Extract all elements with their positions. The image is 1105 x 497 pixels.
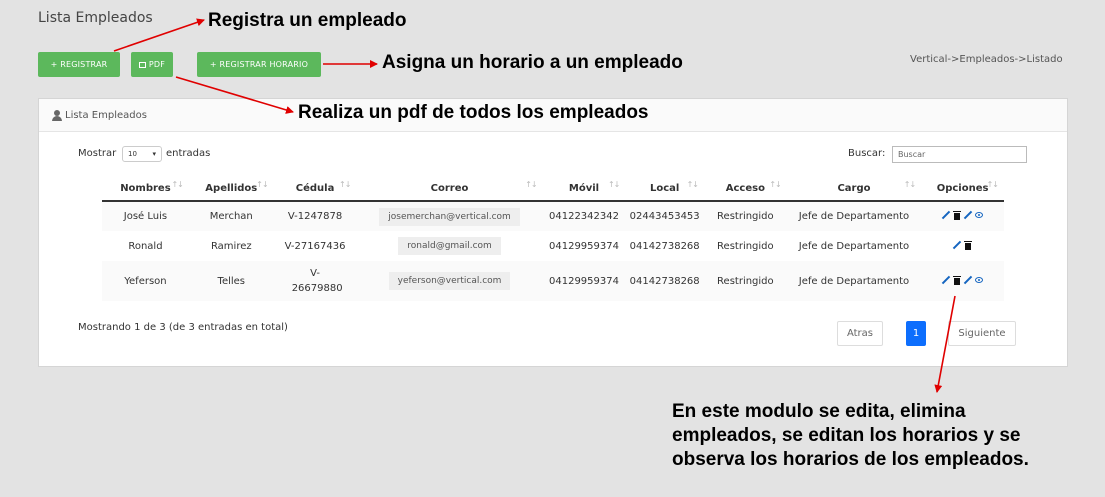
column-header[interactable]: Opciones ↑↓ xyxy=(921,177,1004,202)
chevron-updown-icon: ▾ xyxy=(152,150,156,158)
row-options xyxy=(952,240,973,250)
cell-correo: yeferson@vertical.com xyxy=(388,272,511,290)
breadcrumb: Vertical->Empleados->Listado xyxy=(910,54,1063,65)
cell-movil: 04129959374 xyxy=(549,240,619,252)
sort-icon: ↑↓ xyxy=(986,180,999,189)
table-info: Mostrando 1 de 3 (de 3 entradas en total… xyxy=(78,322,288,333)
column-header[interactable]: Nombres ↑↓ xyxy=(102,177,189,202)
sort-icon: ↑↓ xyxy=(525,180,537,189)
cell-nombres: Ronald xyxy=(128,240,163,252)
view-icon[interactable] xyxy=(974,210,984,220)
cell-nombres: José Luis xyxy=(102,201,189,231)
cell-apellidos: Ramirez xyxy=(210,240,252,252)
user-icon xyxy=(52,109,62,121)
cell-acceso: Restringido xyxy=(703,261,787,301)
column-header[interactable]: Acceso ↑↓ xyxy=(703,177,787,202)
next-page-button[interactable]: Siguiente xyxy=(948,321,1016,346)
entries-length-select[interactable]: 10 ▾ xyxy=(122,146,162,162)
annotation-options-line: En este modulo se edita, elimina xyxy=(672,401,966,422)
annotation-options-line: observa los horarios de los empleados. xyxy=(672,449,1029,470)
annotation-schedule: Asigna un horario a un empleado xyxy=(382,52,683,73)
delete-icon[interactable] xyxy=(963,240,973,250)
view-icon[interactable] xyxy=(974,275,984,285)
page-title: Lista Empleados xyxy=(38,10,153,26)
cell-local: 04142738268 xyxy=(625,261,704,301)
sort-icon: ↑↓ xyxy=(686,180,699,189)
cell-apellidos: Telles xyxy=(188,261,274,301)
pdf-button-label: PDF xyxy=(148,60,166,69)
schedule-edit-icon[interactable] xyxy=(963,275,973,285)
employees-table: Nombres ↑↓ Apellidos ↑↓ Cédula ↑↓ Correo ↑↓ … xyxy=(102,177,1004,301)
length-suffix: entradas xyxy=(166,148,211,159)
column-header[interactable]: Móvil ↑↓ xyxy=(542,177,626,202)
cell-correo: ronald@gmail.com xyxy=(398,237,501,255)
search-label: Buscar: xyxy=(848,148,886,159)
cell-cargo: Jefe de Departamento xyxy=(786,261,922,301)
cell-cargo: Jefe de Departamento xyxy=(786,201,922,231)
sort-icon: ↑↓ xyxy=(171,180,183,189)
column-header[interactable]: Apellidos ↑↓ xyxy=(188,177,274,202)
edit-icon[interactable] xyxy=(941,275,951,285)
column-header[interactable]: Cédula ↑↓ xyxy=(273,177,357,202)
register-schedule-button[interactable]: + REGISTRAR HORARIO xyxy=(197,52,321,77)
entries-length-value: 10 xyxy=(128,150,137,158)
sort-icon: ↑↓ xyxy=(256,180,268,189)
cell-local: 02443453453 xyxy=(625,201,704,231)
panel-title: Lista Empleados xyxy=(65,109,147,121)
cell-acceso: Restringido xyxy=(717,240,774,252)
row-options xyxy=(941,210,984,220)
delete-icon[interactable] xyxy=(952,210,962,220)
register-button[interactable]: + REGISTRAR xyxy=(38,52,120,77)
sort-icon: ↑↓ xyxy=(903,180,916,189)
cell-cedula: V-26679880 xyxy=(273,261,357,301)
annotation-pdf: Realiza un pdf de todos los empleados xyxy=(298,102,649,123)
pdf-button[interactable]: PDF xyxy=(131,52,173,77)
search-input[interactable] xyxy=(892,146,1027,163)
annotation-options: En este modulo se edita, elimina emplead… xyxy=(672,400,1029,472)
table-row: José Luis Merchan V-1247878 josemerchan@… xyxy=(102,201,1004,231)
table-header-row: Nombres ↑↓ Apellidos ↑↓ Cédula ↑↓ Correo ↑↓ … xyxy=(102,177,1004,202)
edit-icon[interactable] xyxy=(952,240,962,250)
annotation-options-line: empleados, se editan los horarios y se xyxy=(672,425,1021,446)
table-row: Yeferson Telles V-26679880 yeferson@vert… xyxy=(102,261,1004,301)
edit-icon[interactable] xyxy=(941,210,951,220)
cell-nombres: Yeferson xyxy=(102,261,189,301)
table-row: Ronald Ramirez V-27167436 ronald@gmail.c… xyxy=(102,231,1004,261)
sort-icon: ↑↓ xyxy=(769,180,781,189)
page-1-button[interactable]: 1 xyxy=(906,321,926,346)
length-prefix: Mostrar xyxy=(78,148,117,159)
cell-movil: 04129959374 xyxy=(542,261,626,301)
employee-list-panel: Lista Empleados Mostrar 10 ▾ entradas Bu… xyxy=(38,98,1068,367)
prev-page-button[interactable]: Atras xyxy=(837,321,883,346)
cell-cedula: V-1247878 xyxy=(273,201,357,231)
cell-apellidos: Merchan xyxy=(188,201,274,231)
cell-cedula: V-27167436 xyxy=(284,240,346,252)
cell-movil: 04122342342 xyxy=(542,201,626,231)
cell-local: 04142738268 xyxy=(629,240,700,252)
cell-cargo: Jefe de Departamento xyxy=(798,240,910,252)
cell-acceso: Restringido xyxy=(703,201,787,231)
row-options xyxy=(941,275,984,285)
column-header[interactable]: Local ↑↓ xyxy=(625,177,704,202)
column-header[interactable]: Cargo ↑↓ xyxy=(786,177,922,202)
column-header[interactable]: Correo ↑↓ xyxy=(356,177,543,202)
schedule-edit-icon[interactable] xyxy=(963,210,973,220)
pdf-icon xyxy=(138,61,146,68)
annotation-register: Registra un empleado xyxy=(208,10,407,31)
sort-icon: ↑↓ xyxy=(607,180,620,189)
cell-correo: josemerchan@vertical.com xyxy=(379,207,520,226)
sort-icon: ↑↓ xyxy=(339,180,351,189)
delete-icon[interactable] xyxy=(952,275,962,285)
